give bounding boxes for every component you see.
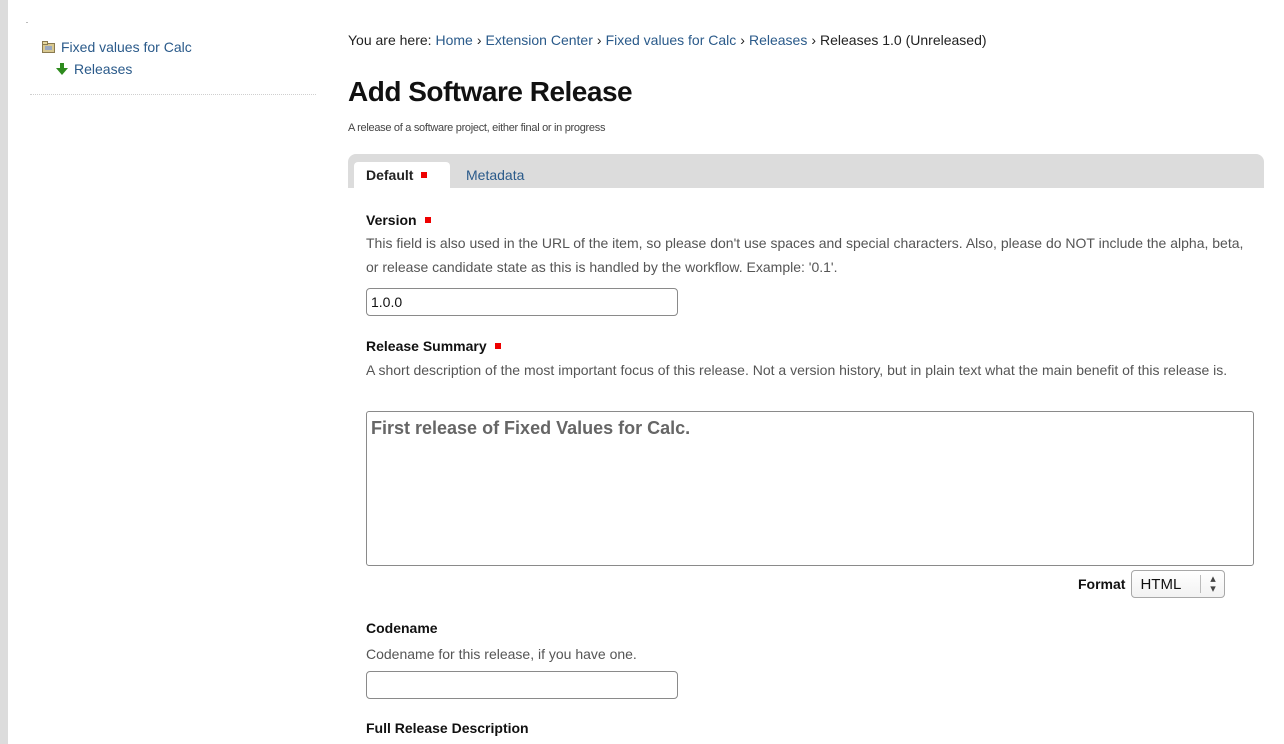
- summary-label: Release Summary: [366, 338, 501, 354]
- codename-label: Codename: [366, 620, 438, 636]
- left-border: [0, 0, 8, 744]
- breadcrumb-fixed-values[interactable]: Fixed values for Calc: [606, 32, 737, 48]
- tab-label: Metadata: [466, 167, 525, 183]
- version-help: This field is also used in the URL of th…: [366, 235, 1244, 275]
- summary-label-text: Release Summary: [366, 338, 487, 354]
- format-select[interactable]: HTML ▴ ▾: [1131, 570, 1226, 598]
- sidebar-item-releases[interactable]: Releases: [30, 58, 316, 80]
- breadcrumb-separator: ›: [476, 32, 482, 48]
- sidebar-item-label[interactable]: Fixed values for Calc: [61, 39, 192, 55]
- required-marker: [421, 172, 428, 179]
- arrow-down-icon: [56, 62, 68, 76]
- summary-help: A short description of the most importan…: [366, 362, 1228, 378]
- format-select-value: HTML: [1140, 575, 1182, 593]
- summary-textarea[interactable]: First release of Fixed Values for Calc.: [366, 411, 1254, 566]
- page-title: Add Software Release: [348, 76, 633, 107]
- breadcrumb-current: Releases 1.0 (Unreleased): [820, 32, 987, 48]
- breadcrumb-extension-center[interactable]: Extension Center: [485, 32, 592, 48]
- version-label: Version: [366, 212, 431, 228]
- tab-label: Default: [366, 167, 414, 183]
- tab-metadata[interactable]: Metadata: [466, 162, 524, 188]
- breadcrumb-separator: ›: [740, 32, 745, 48]
- breadcrumb-separator: ›: [811, 32, 816, 48]
- breadcrumb-releases[interactable]: Releases: [749, 32, 807, 48]
- breadcrumb-separator: ›: [596, 32, 602, 48]
- sidebar-divider: [30, 94, 316, 95]
- version-label-text: Version: [366, 212, 417, 228]
- format-row: Format HTML ▴ ▾: [1078, 570, 1226, 598]
- decorative-dot: [26, 22, 28, 23]
- required-marker: [424, 217, 431, 224]
- sidebar-item-label[interactable]: Releases: [74, 61, 132, 77]
- tab-bar: Default Metadata: [348, 154, 1264, 188]
- version-input[interactable]: [366, 288, 678, 316]
- breadcrumb: You are here: Home › Extension Center › Fixe…: [348, 32, 987, 48]
- folder-icon: [42, 41, 55, 53]
- codename-input[interactable]: [366, 671, 678, 699]
- required-marker: [494, 343, 501, 350]
- breadcrumb-home[interactable]: Home: [435, 32, 472, 48]
- breadcrumb-prefix: You are here:: [348, 32, 432, 48]
- tab-default[interactable]: Default: [354, 162, 450, 188]
- sidebar: Fixed values for Calc Releases: [30, 36, 316, 95]
- sidebar-item-fixed-values[interactable]: Fixed values for Calc: [30, 36, 316, 58]
- full-description-label: Full Release Description: [366, 720, 529, 736]
- updown-chevron-icon: ▴ ▾: [1210, 573, 1216, 595]
- codename-help: Codename for this release, if you have o…: [366, 646, 637, 662]
- page-description: A release of a software project, either …: [348, 122, 606, 134]
- format-label: Format: [1078, 576, 1126, 592]
